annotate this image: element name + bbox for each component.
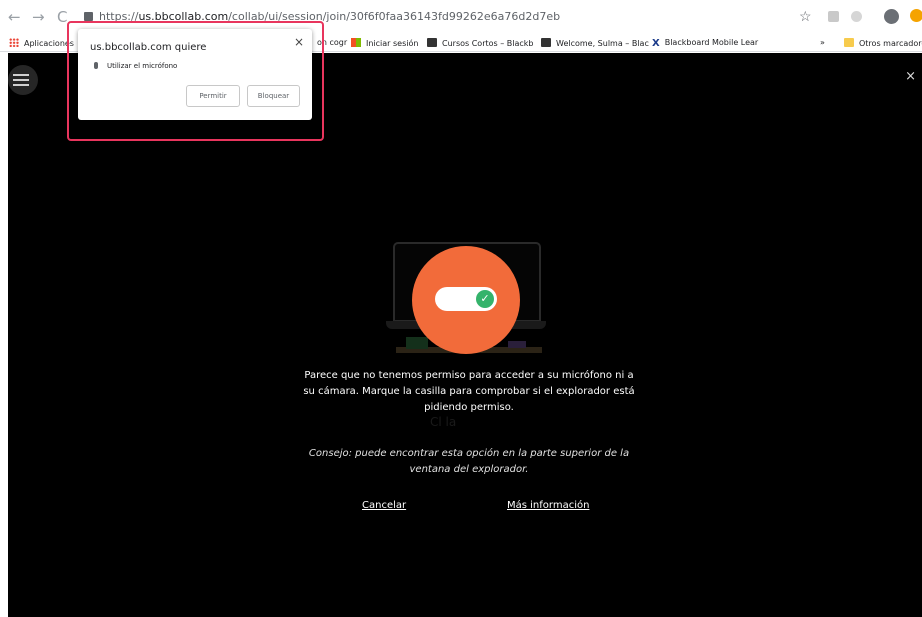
reload-icon[interactable]: C: [57, 9, 67, 25]
books-illustration: [508, 341, 526, 348]
folder-icon: [844, 38, 854, 47]
menu-icon: [13, 74, 29, 76]
extension-icon[interactable]: [851, 11, 862, 22]
blackboard-icon: [427, 38, 437, 47]
blackboard-icon: [541, 38, 551, 47]
check-icon: ✓: [476, 290, 494, 308]
books-illustration: [406, 337, 428, 349]
bookmark-label: Cursos Cortos – Blackb: [442, 39, 534, 48]
close-icon[interactable]: ×: [905, 69, 916, 84]
bookmark-short-courses[interactable]: Cursos Cortos – Blackb: [427, 38, 534, 49]
cancel-link[interactable]: Cancelar: [362, 500, 406, 511]
menu-icon: [13, 79, 29, 81]
permission-message: Parece que no tenemos permiso para acced…: [303, 370, 635, 413]
more-bookmarks-button[interactable]: »: [820, 38, 825, 48]
bookmark-welcome[interactable]: Welcome, Sulma – Blac: [541, 38, 649, 49]
highlight-annotation: [67, 21, 324, 141]
bookmark-mobile[interactable]: X Blackboard Mobile Lear: [652, 38, 759, 49]
bookmark-label: Iniciar sesión: [366, 39, 419, 48]
bookmark-label: Otros marcadores: [859, 39, 922, 48]
toggle-illustration: ✓: [435, 287, 497, 311]
lock-icon[interactable]: [84, 12, 93, 21]
menu-button[interactable]: [8, 65, 38, 95]
menu-icon: [13, 84, 29, 86]
blackboard-x-icon: X: [652, 38, 660, 49]
profile-avatar[interactable]: [884, 9, 899, 24]
permission-tip: Consejo: puede encontrar esta opción en …: [308, 448, 630, 475]
apps-grid-icon: [9, 38, 19, 47]
bookmark-label: Blackboard Mobile Lear: [664, 38, 759, 47]
microsoft-icon: [351, 38, 361, 47]
more-info-link[interactable]: Más información: [507, 500, 589, 511]
bookmark-login[interactable]: Iniciar sesión: [351, 38, 418, 49]
screen: ← → C https://us.bbcollab.com/collab/ui/…: [0, 0, 922, 617]
bookmark-other[interactable]: Otros marcadores: [844, 38, 922, 49]
bookmark-apps[interactable]: Aplicaciones: [9, 38, 74, 49]
star-icon[interactable]: ☆: [799, 8, 812, 25]
alert-icon[interactable]: [910, 9, 922, 22]
background-title: Cl la: [430, 415, 457, 429]
forward-icon[interactable]: →: [32, 9, 45, 25]
back-icon[interactable]: ←: [8, 9, 21, 25]
bookmark-label: Welcome, Sulma – Blac: [556, 39, 649, 48]
extension-icon[interactable]: [828, 11, 839, 22]
